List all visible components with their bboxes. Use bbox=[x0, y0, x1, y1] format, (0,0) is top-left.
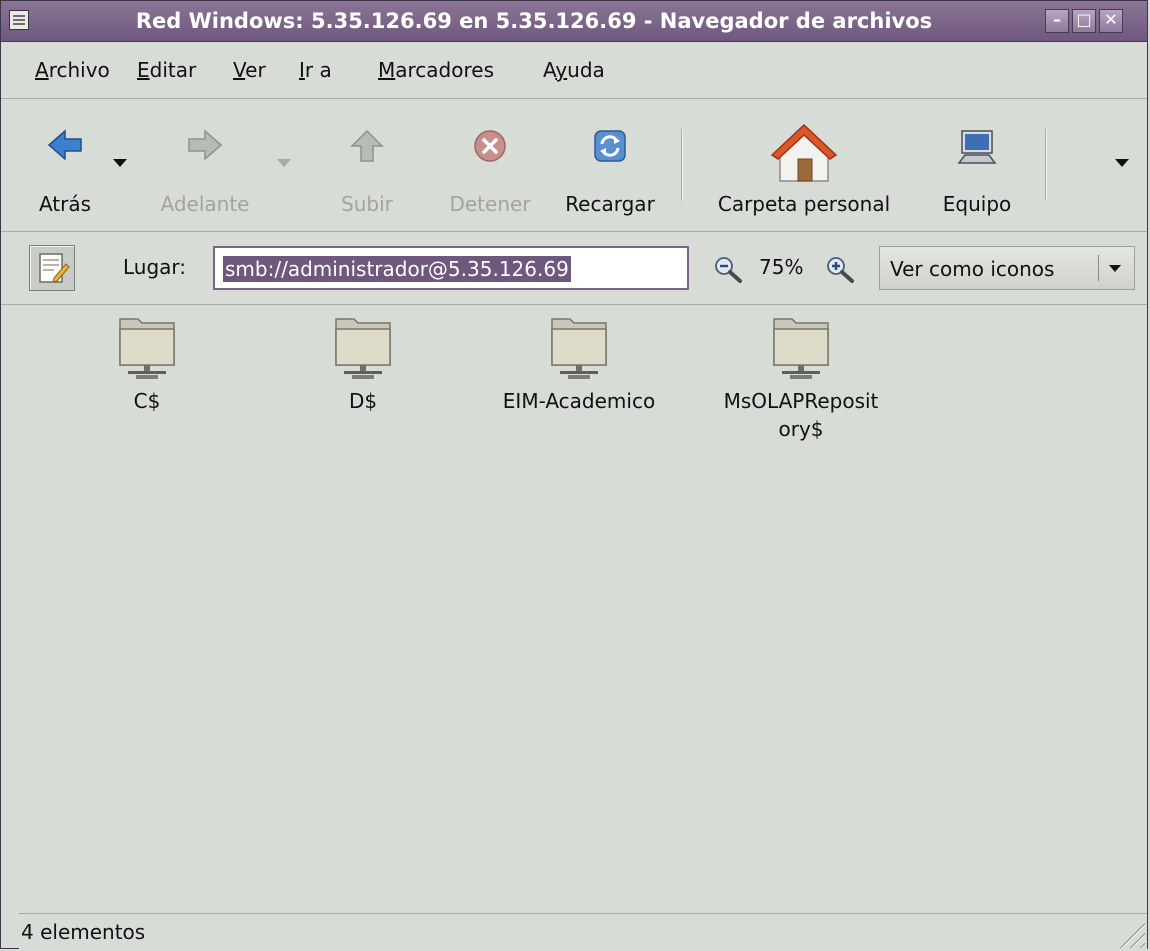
window-menu-icon[interactable] bbox=[9, 10, 29, 30]
location-bar: Lugar: smb://administrador@5.35.126.69 7… bbox=[1, 232, 1147, 305]
file-item[interactable]: D$ bbox=[263, 315, 463, 415]
file-item[interactable]: C$ bbox=[47, 315, 247, 415]
toolbar: Atrás Adelante Subir Detener Recargar Ca… bbox=[1, 99, 1147, 232]
menu-ir-a[interactable]: Ir a bbox=[299, 58, 332, 82]
location-text-selected: smb://administrador@5.35.126.69 bbox=[223, 256, 571, 282]
select-divider bbox=[1098, 255, 1099, 281]
computer-button[interactable]: Equipo bbox=[929, 99, 1025, 231]
network-share-folder-icon bbox=[551, 318, 607, 379]
forward-button[interactable]: Adelante bbox=[149, 99, 261, 231]
zoom-level[interactable]: 75% bbox=[759, 255, 803, 279]
stop-button[interactable]: Detener bbox=[437, 99, 543, 231]
resize-grip[interactable] bbox=[1119, 922, 1145, 948]
stop-icon bbox=[474, 130, 506, 162]
minimize-button[interactable]: – bbox=[1045, 9, 1069, 33]
network-share-folder-icon bbox=[119, 318, 175, 379]
arrow-right-icon bbox=[188, 129, 223, 161]
file-icon-view[interactable]: C$ D$ EIM-Academico MsOLAPReposit ory$ bbox=[19, 305, 1147, 913]
file-name: MsOLAPReposit ory$ bbox=[723, 389, 879, 441]
edit-note-icon bbox=[39, 253, 70, 283]
menu-bar: Archivo Editar Ver Ir a Marcadores Ayuda bbox=[1, 42, 1147, 99]
menu-editar[interactable]: Editar bbox=[137, 58, 196, 82]
arrow-up-icon bbox=[350, 129, 384, 162]
menu-ver[interactable]: Ver bbox=[233, 58, 266, 82]
network-share-folder-icon bbox=[773, 318, 829, 379]
view-mode-value: Ver como iconos bbox=[890, 257, 1055, 281]
file-browser-window: Red Windows: 5.35.126.69 en 5.35.126.69 … bbox=[0, 0, 1148, 950]
up-button[interactable]: Subir bbox=[329, 99, 405, 231]
computer-icon bbox=[957, 130, 997, 164]
toolbar-separator bbox=[681, 129, 683, 201]
back-history-dropdown[interactable] bbox=[113, 159, 127, 167]
menu-ayuda[interactable]: Ayuda bbox=[543, 58, 605, 82]
back-button[interactable]: Atrás bbox=[19, 99, 111, 231]
reload-icon bbox=[594, 130, 626, 162]
window-title: Red Windows: 5.35.126.69 en 5.35.126.69 … bbox=[135, 9, 933, 33]
menu-archivo[interactable]: Archivo bbox=[35, 58, 110, 82]
menu-marcadores[interactable]: Marcadores bbox=[378, 58, 494, 82]
toolbar-overflow-button[interactable] bbox=[1115, 159, 1129, 167]
file-item[interactable]: MsOLAPReposit ory$ bbox=[701, 315, 901, 443]
reload-button[interactable]: Recargar bbox=[553, 99, 667, 231]
file-item[interactable]: EIM-Academico bbox=[479, 315, 679, 415]
home-icon bbox=[770, 123, 838, 182]
location-input[interactable]: smb://administrador@5.35.126.69 bbox=[213, 246, 689, 290]
maximize-button[interactable]: □ bbox=[1072, 9, 1096, 33]
location-label: Lugar: bbox=[123, 255, 187, 279]
status-bar: 4 elementos bbox=[19, 913, 1147, 950]
view-mode-select[interactable]: Ver como iconos bbox=[879, 246, 1135, 290]
file-name: EIM-Academico bbox=[502, 389, 656, 413]
toolbar-separator bbox=[1045, 129, 1047, 201]
title-bar[interactable]: Red Windows: 5.35.126.69 en 5.35.126.69 … bbox=[1, 1, 1147, 42]
zoom-out-icon[interactable] bbox=[713, 255, 743, 283]
network-share-folder-icon bbox=[335, 318, 391, 379]
chevron-down-icon bbox=[1109, 265, 1121, 272]
file-name: D$ bbox=[348, 389, 378, 413]
forward-history-dropdown[interactable] bbox=[277, 159, 291, 167]
file-name: C$ bbox=[133, 389, 161, 413]
arrow-left-icon bbox=[47, 129, 82, 161]
zoom-in-icon[interactable] bbox=[825, 255, 855, 283]
status-text: 4 elementos bbox=[21, 920, 146, 944]
toggle-location-entry-button[interactable] bbox=[29, 245, 75, 291]
close-button[interactable]: ✕ bbox=[1099, 9, 1123, 33]
home-button[interactable]: Carpeta personal bbox=[695, 99, 913, 231]
